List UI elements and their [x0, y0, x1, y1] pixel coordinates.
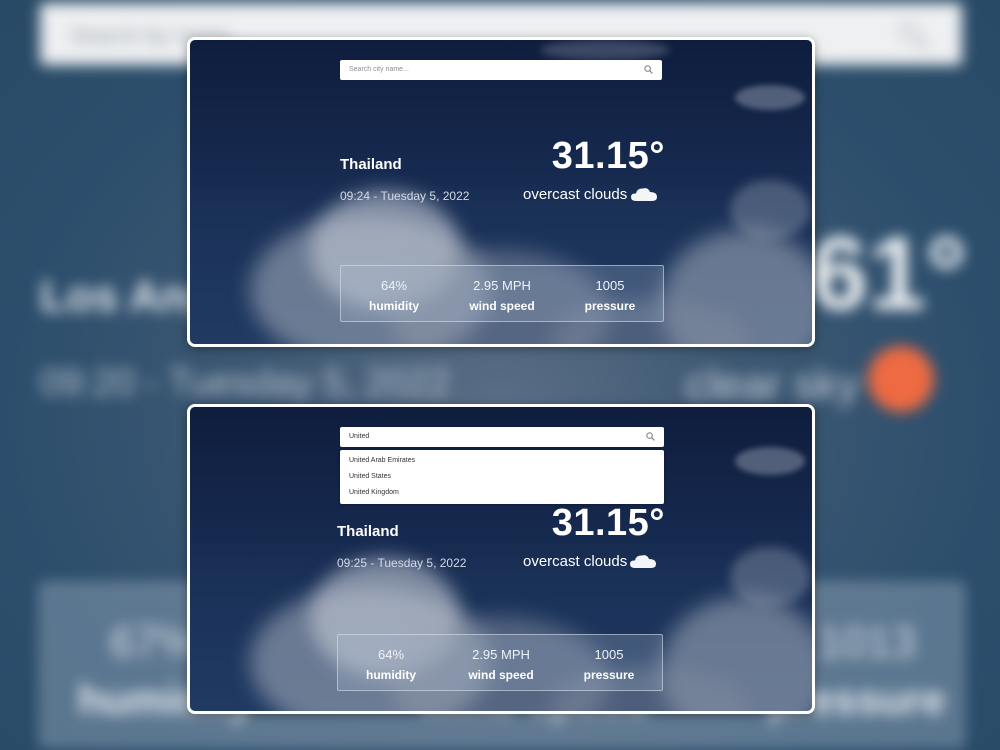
wind-speed-stat: 2.95 MPH wind speed [449, 266, 555, 321]
search-input-value[interactable]: United [349, 433, 369, 440]
date-time: 09:24 - Tuesday 5, 2022 [340, 189, 470, 203]
weather-stats-panel: 64% humidity 2.95 MPH wind speed 1005 pr… [337, 634, 663, 691]
cloud-icon [631, 188, 657, 201]
wind-speed-label: wind speed [469, 299, 535, 313]
wind-speed-label: wind speed [468, 668, 534, 682]
weather-screenshot-1: Search city name... Thailand 09:24 - Tue… [187, 37, 815, 347]
pressure-stat: 1005 pressure [556, 635, 662, 690]
search-icon[interactable] [645, 431, 656, 442]
wind-speed-stat: 2.95 MPH wind speed [448, 635, 554, 690]
pressure-value: 1005 [594, 647, 624, 662]
humidity-stat: 64% humidity [341, 266, 447, 321]
background-humidity-value: 67% [110, 618, 199, 667]
weather-description: overcast clouds [523, 553, 628, 570]
background-description: clear sky [686, 360, 860, 409]
background-temperature: 61° [810, 216, 968, 332]
background-pressure-value: 1013 [818, 618, 916, 667]
pressure-label: pressure [583, 668, 635, 682]
weather-stats-panel: 64% humidity 2.95 MPH wind speed 1005 pr… [340, 265, 664, 322]
pressure-value: 1005 [595, 278, 625, 293]
search-suggestions-dropdown: United Arab Emirates United States Unite… [340, 450, 664, 504]
search-icon: 🔍︎ [896, 20, 932, 51]
wind-speed-value: 2.95 MPH [473, 278, 531, 293]
pressure-label: pressure [584, 299, 636, 313]
search-bar[interactable]: Search city name... [340, 60, 662, 80]
cloud-icon [630, 555, 656, 568]
humidity-label: humidity [369, 299, 419, 313]
humidity-value: 64% [380, 278, 408, 293]
city-name: Thailand [340, 156, 402, 173]
search-icon[interactable] [643, 64, 654, 75]
background-time: 09:20 - Tuesday 5, 2022 [40, 362, 450, 404]
city-name: Thailand [337, 523, 399, 540]
search-placeholder: Search city name... [349, 66, 409, 73]
humidity-value: 64% [377, 647, 405, 662]
wind-speed-value: 2.95 MPH [472, 647, 530, 662]
temperature: 31.15° [551, 502, 665, 544]
pressure-stat: 1005 pressure [557, 266, 663, 321]
suggestion-item[interactable]: United States [340, 469, 664, 485]
weather-screenshot-2: United United Arab Emirates United State… [187, 404, 815, 714]
weather-description: overcast clouds [523, 186, 628, 203]
search-bar[interactable]: United [340, 427, 664, 447]
humidity-stat: 64% humidity [338, 635, 444, 690]
suggestion-item[interactable]: United Arab Emirates [340, 453, 664, 469]
temperature: 31.15° [551, 135, 665, 177]
suggestion-item[interactable]: United Kingdom [340, 485, 664, 501]
humidity-label: humidity [366, 668, 416, 682]
date-time: 09:25 - Tuesday 5, 2022 [337, 556, 467, 570]
sun-icon [868, 346, 934, 412]
